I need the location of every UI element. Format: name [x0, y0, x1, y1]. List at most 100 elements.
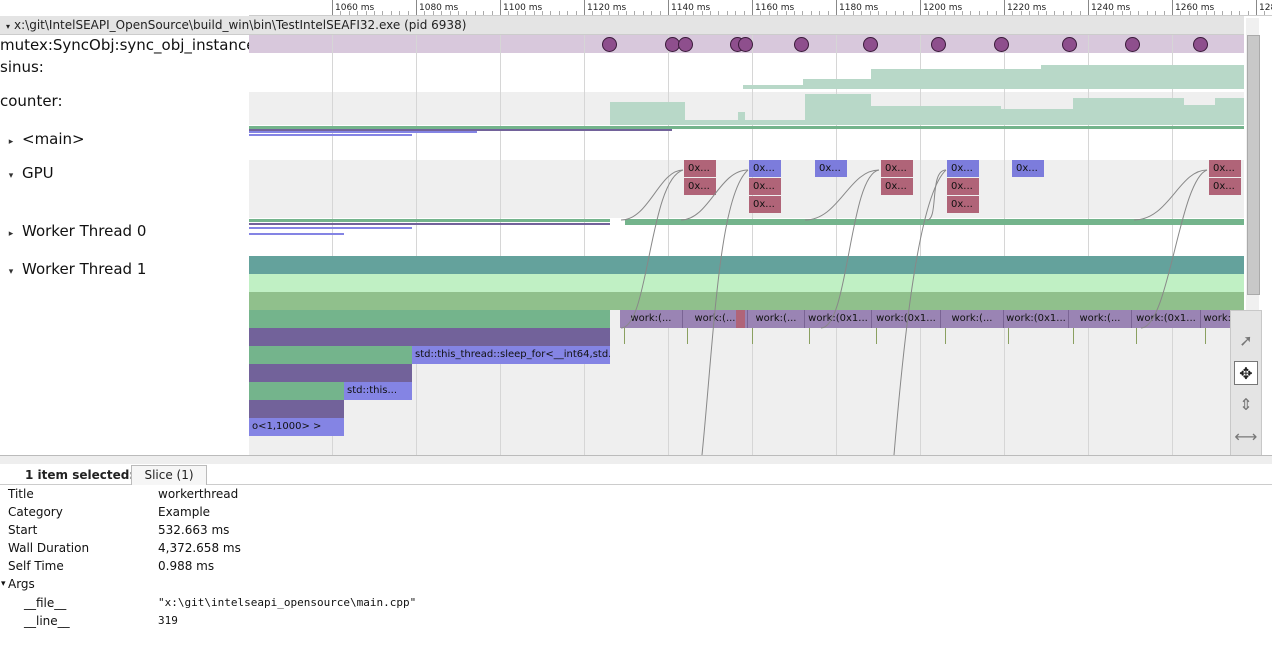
ruler-minor-tick	[936, 11, 938, 15]
sinus-label: sinus:	[0, 58, 44, 76]
pan-icon[interactable]: ✥	[1234, 361, 1258, 385]
ruler-minor-tick	[777, 11, 779, 15]
mutex-event[interactable]	[1125, 37, 1140, 52]
ruler-minor-tick	[617, 11, 619, 15]
ruler-tick	[416, 0, 417, 15]
expand-arrow-icon[interactable]: ▸	[0, 137, 22, 147]
ruler-minor-tick	[441, 11, 443, 15]
ruler-minor-tick	[508, 11, 510, 15]
collapse-arrow-icon[interactable]: ▾	[0, 171, 22, 181]
ruler-minor-tick	[852, 11, 854, 15]
track-label-worker1[interactable]: ▾ Worker Thread 1	[0, 260, 147, 278]
ruler-minor-tick	[374, 11, 375, 15]
collapse-arrow-icon[interactable]: ▾	[6, 22, 10, 31]
ruler-minor-tick	[634, 11, 636, 15]
mutex-event[interactable]	[863, 37, 878, 52]
ruler-minor-tick	[642, 11, 644, 15]
mutex-event[interactable]	[1193, 37, 1208, 52]
time-ruler[interactable]: 1060 ms 1080 ms 1100 ms 1120 ms 1140 ms 1160 …	[249, 0, 1272, 16]
ruler-minor-tick	[726, 11, 728, 15]
ruler-minor-tick	[424, 11, 426, 15]
ruler-minor-tick	[995, 11, 997, 15]
mutex-event[interactable]	[1062, 37, 1077, 52]
arg-key: __file__	[24, 596, 67, 610]
ruler-minor-tick	[399, 11, 401, 15]
ruler-minor-tick	[1121, 11, 1123, 15]
track-label-gpu[interactable]: ▾ GPU	[0, 164, 54, 182]
main-label: <main>	[22, 130, 85, 148]
ruler-minor-tick	[357, 11, 359, 15]
ruler-minor-tick	[953, 11, 955, 15]
ruler-minor-tick	[458, 11, 459, 15]
ruler-minor-tick	[558, 11, 560, 15]
ruler-minor-tick	[962, 11, 963, 15]
fit-horizontal-icon[interactable]: ⟷	[1234, 425, 1258, 449]
ruler-minor-tick	[802, 11, 804, 15]
ruler-tick	[920, 0, 921, 15]
mutex-event[interactable]	[931, 37, 946, 52]
ruler-minor-tick	[1146, 11, 1148, 15]
ruler-minor-tick	[1180, 11, 1182, 15]
scrollbar-thumb[interactable]	[1247, 35, 1260, 295]
mutex-event[interactable]	[794, 37, 809, 52]
mutex-event[interactable]	[738, 37, 753, 52]
ruler-minor-tick	[1247, 11, 1249, 15]
arg-value: "x:\git\intelseapi_opensource\main.cpp"	[158, 596, 417, 609]
ruler-minor-tick	[1046, 11, 1047, 15]
ruler-tick	[1088, 0, 1089, 15]
ruler-minor-tick	[928, 11, 930, 15]
ruler-minor-tick	[684, 11, 686, 15]
ruler-minor-tick	[550, 11, 552, 15]
mutex-event[interactable]	[678, 37, 693, 52]
ruler-minor-tick	[432, 11, 434, 15]
ruler-minor-tick	[1130, 11, 1131, 15]
track-label-counter: counter:	[0, 92, 63, 110]
flow-arrow	[804, 169, 880, 221]
ruler-minor-tick	[1029, 11, 1031, 15]
ruler-minor-tick	[600, 11, 602, 15]
expand-arrow-icon[interactable]: ▸	[0, 229, 22, 239]
flow-arrows	[620, 169, 1208, 455]
ruler-minor-tick	[609, 11, 611, 15]
ruler-minor-tick	[844, 11, 846, 15]
timeline-tracks[interactable]: std::this_thread::sleep_for<__int64,std.…	[249, 35, 1244, 455]
tab-slice[interactable]: Slice (1)	[131, 465, 207, 485]
process-header[interactable]: ▾ x:\git\IntelSEAPI_OpenSource\build_win\…	[0, 16, 1244, 35]
ruler-minor-tick	[869, 11, 871, 15]
detail-key: Title	[8, 487, 34, 501]
zoom-vertical-icon[interactable]: ⇕	[1234, 393, 1258, 417]
counter-label: counter:	[0, 92, 63, 110]
details-tabbar: 1 item selected: Slice (1)	[0, 464, 1272, 485]
ruler-minor-tick	[1113, 11, 1115, 15]
args-label: Args	[8, 577, 35, 591]
selection-count: 1 item selected:	[25, 468, 135, 482]
ruler-minor-tick	[911, 11, 913, 15]
ruler-minor-tick	[810, 11, 812, 15]
mutex-label: mutex:SyncObj:sync_obj_instance	[0, 36, 256, 54]
ruler-minor-tick	[987, 11, 989, 15]
collapse-arrow-icon[interactable]: ▾	[1, 575, 6, 593]
ruler-minor-tick	[760, 11, 762, 15]
ruler-minor-tick	[945, 11, 947, 15]
select-arrow-icon[interactable]: ➚	[1234, 329, 1258, 353]
ruler-minor-tick	[1012, 11, 1014, 15]
track-label-mutex: mutex:SyncObj:sync_obj_instance	[0, 36, 255, 54]
mutex-event[interactable]	[994, 37, 1009, 52]
mutex-event[interactable]	[602, 37, 617, 52]
detail-value: workerthread	[158, 487, 239, 501]
collapse-arrow-icon[interactable]: ▾	[0, 267, 22, 277]
ruler-minor-tick	[1214, 11, 1215, 15]
worker0-label: Worker Thread 0	[22, 222, 147, 240]
detail-key: Wall Duration	[8, 541, 90, 555]
track-label-worker0[interactable]: ▸ Worker Thread 0	[0, 222, 147, 240]
ruler-minor-tick	[735, 11, 737, 15]
ruler-tick	[500, 0, 501, 15]
track-label-main[interactable]: ▸ <main>	[0, 130, 85, 148]
ruler-minor-tick	[978, 11, 980, 15]
ruler-minor-tick	[827, 11, 829, 15]
ruler-minor-tick	[525, 11, 527, 15]
ruler-minor-tick	[1020, 11, 1022, 15]
detail-value: 4,372.658 ms	[158, 541, 241, 555]
ruler-minor-tick	[449, 11, 451, 15]
ruler-minor-tick	[768, 11, 770, 15]
